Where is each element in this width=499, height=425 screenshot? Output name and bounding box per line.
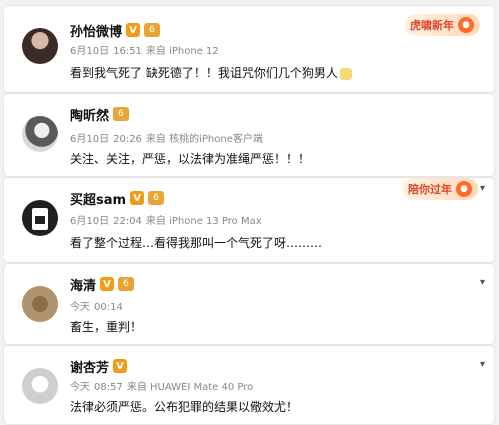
comment-meta: 今天 08:57 来自 HUAWEI Mate 40 Pro (70, 382, 254, 393)
verified-badge-icon: V (130, 191, 145, 205)
username[interactable]: 孙怡微博 (70, 21, 122, 40)
comment-meta: 6月10日 16:51 来自 iPhone 12 (70, 46, 219, 57)
comment-card: 谢杏芳 V 今天 08:57 来自 HUAWEI Mate 40 Pro 法律必须严… (4, 346, 494, 424)
level-badge-icon: 6 (148, 191, 165, 205)
chevron-down-icon[interactable]: ▾ (480, 184, 490, 194)
comment-text: 关注、关注，严惩，以法律为准绳严惩！！！ (70, 152, 311, 166)
level-badge-icon: 6 (118, 277, 135, 291)
avatar[interactable] (22, 28, 58, 64)
card-decoration: 陪你过年 ● (402, 178, 478, 200)
verified-badge-icon: V (100, 277, 115, 291)
comment-card: 陶昕然 6 6月10日 20:26 来自 核桃的iPhone客户端 关注、关注，严惩… (4, 94, 494, 176)
verified-badge-icon: V (113, 359, 128, 373)
comment-meta: 6月10日 22:04 来自 iPhone 13 Pro Max (70, 216, 262, 227)
comment-card: 海清 V 6 今天 00:14 畜生，重判！ ▾ (4, 264, 494, 344)
avatar[interactable] (22, 368, 58, 404)
level-badge-icon: 6 (113, 107, 130, 121)
level-badge-icon: 6 (144, 23, 161, 37)
comment-meta: 今天 00:14 (70, 302, 123, 313)
comment-text: 看了整个过程…看得我那叫一个气死了呀……… (70, 236, 323, 250)
comment-text: 法律必须严惩。公布犯罪的结果以儆效尤！ (70, 400, 299, 414)
username[interactable]: 海清 (70, 275, 96, 294)
avatar[interactable] (22, 116, 58, 152)
emoji-icon (339, 67, 352, 80)
avatar[interactable] (22, 286, 58, 322)
comment-text: 畜生，重判！ (70, 320, 143, 334)
lantern-icon: ● (458, 17, 474, 33)
username[interactable]: 谢杏芳 (70, 357, 109, 376)
comment-meta: 6月10日 20:26 来自 核桃的iPhone客户端 (70, 134, 263, 145)
username[interactable]: 陶昕然 (70, 105, 109, 124)
chevron-down-icon[interactable]: ▾ (480, 278, 490, 288)
verified-badge-icon: V (126, 23, 141, 37)
comment-card: 买超sam V 6 6月10日 22:04 来自 iPhone 13 Pro Max… (4, 178, 494, 262)
card-decoration: 虎啸新年 ● (404, 14, 480, 36)
jersey-icon (32, 208, 48, 230)
chevron-down-icon[interactable]: ▾ (480, 360, 490, 370)
lantern-icon: ● (456, 181, 472, 197)
comment-text: 看到我气死了 缺死德了！！我诅咒你们几个狗男人 (70, 64, 352, 81)
comment-card: 孙怡微博 V 6 6月10日 16:51 来自 iPhone 12 看到我气死了 缺… (4, 6, 494, 92)
username[interactable]: 买超sam (70, 189, 126, 208)
avatar[interactable] (22, 200, 58, 236)
